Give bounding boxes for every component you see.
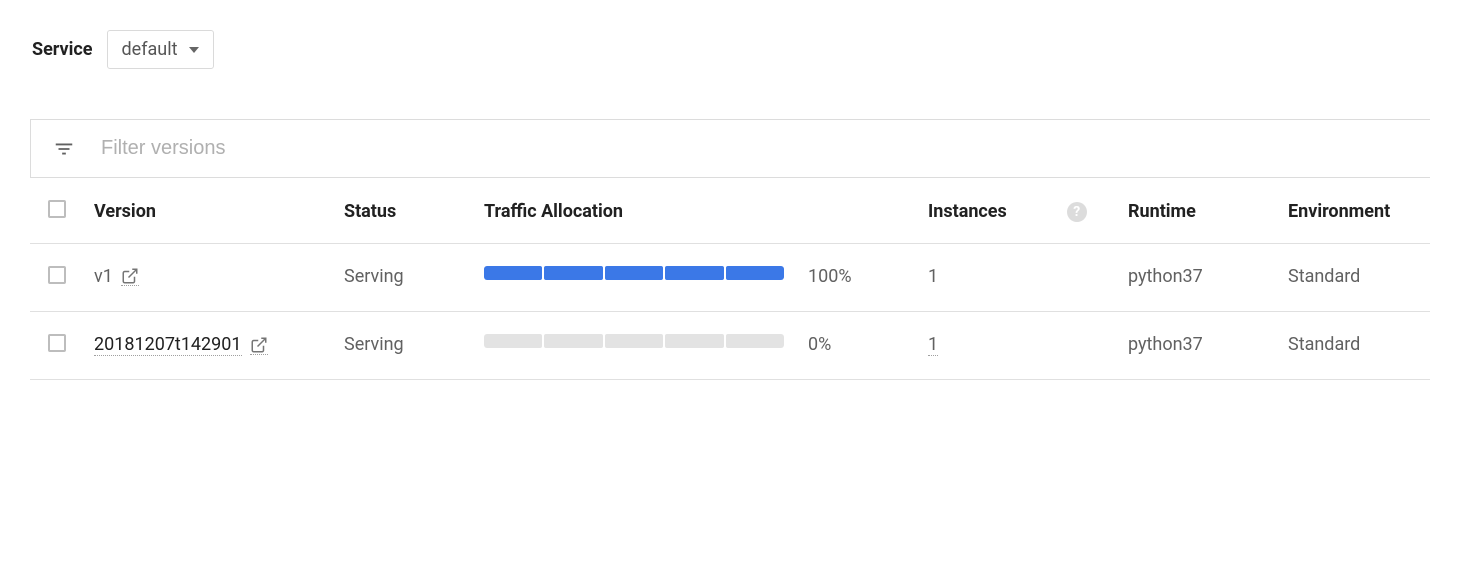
col-header-environment[interactable]: Environment — [1276, 178, 1430, 244]
status-cell: Serving — [332, 312, 472, 380]
traffic-bar — [484, 334, 784, 348]
select-all-checkbox[interactable] — [48, 200, 66, 218]
external-link-icon[interactable] — [121, 267, 139, 286]
traffic-percent: 100% — [796, 244, 916, 312]
runtime-cell: python37 — [1116, 312, 1276, 380]
environment-cell: Standard — [1276, 312, 1430, 380]
col-header-traffic[interactable]: Traffic Allocation — [472, 178, 916, 244]
version-name[interactable]: 20181207t142901 — [94, 334, 242, 356]
instances-value[interactable]: 1 — [928, 334, 938, 356]
status-cell: Serving — [332, 244, 472, 312]
row-checkbox[interactable] — [48, 266, 66, 284]
environment-cell: Standard — [1276, 244, 1430, 312]
traffic-percent: 0% — [796, 312, 916, 380]
table-row: 20181207t142901 Serving 0% 1 python37Standar… — [30, 312, 1430, 380]
instances-value: 1 — [928, 266, 938, 287]
service-dropdown[interactable]: default — [107, 30, 215, 69]
col-header-runtime[interactable]: Runtime — [1116, 178, 1276, 244]
filter-input[interactable] — [99, 136, 1408, 161]
col-header-instances-label[interactable]: Instances — [928, 201, 1007, 222]
service-label: Service — [32, 39, 93, 60]
table-row: v1 Serving 100% 1 python37Standard — [30, 244, 1430, 312]
col-header-instances: Instances ? — [916, 178, 1116, 244]
traffic-bar — [484, 266, 784, 280]
col-header-status[interactable]: Status — [332, 178, 472, 244]
row-checkbox[interactable] — [48, 334, 66, 352]
versions-table: Version Status Traffic Allocation Instan… — [30, 178, 1430, 380]
version-name: v1 — [94, 266, 113, 287]
service-dropdown-value: default — [122, 39, 178, 60]
col-header-version[interactable]: Version — [82, 178, 332, 244]
external-link-icon[interactable] — [250, 336, 268, 355]
filter-icon — [53, 138, 75, 160]
help-icon[interactable]: ? — [1067, 202, 1087, 222]
caret-down-icon — [189, 47, 199, 53]
service-selector-row: Service default — [30, 30, 1430, 69]
runtime-cell: python37 — [1116, 244, 1276, 312]
filter-bar — [30, 119, 1430, 178]
